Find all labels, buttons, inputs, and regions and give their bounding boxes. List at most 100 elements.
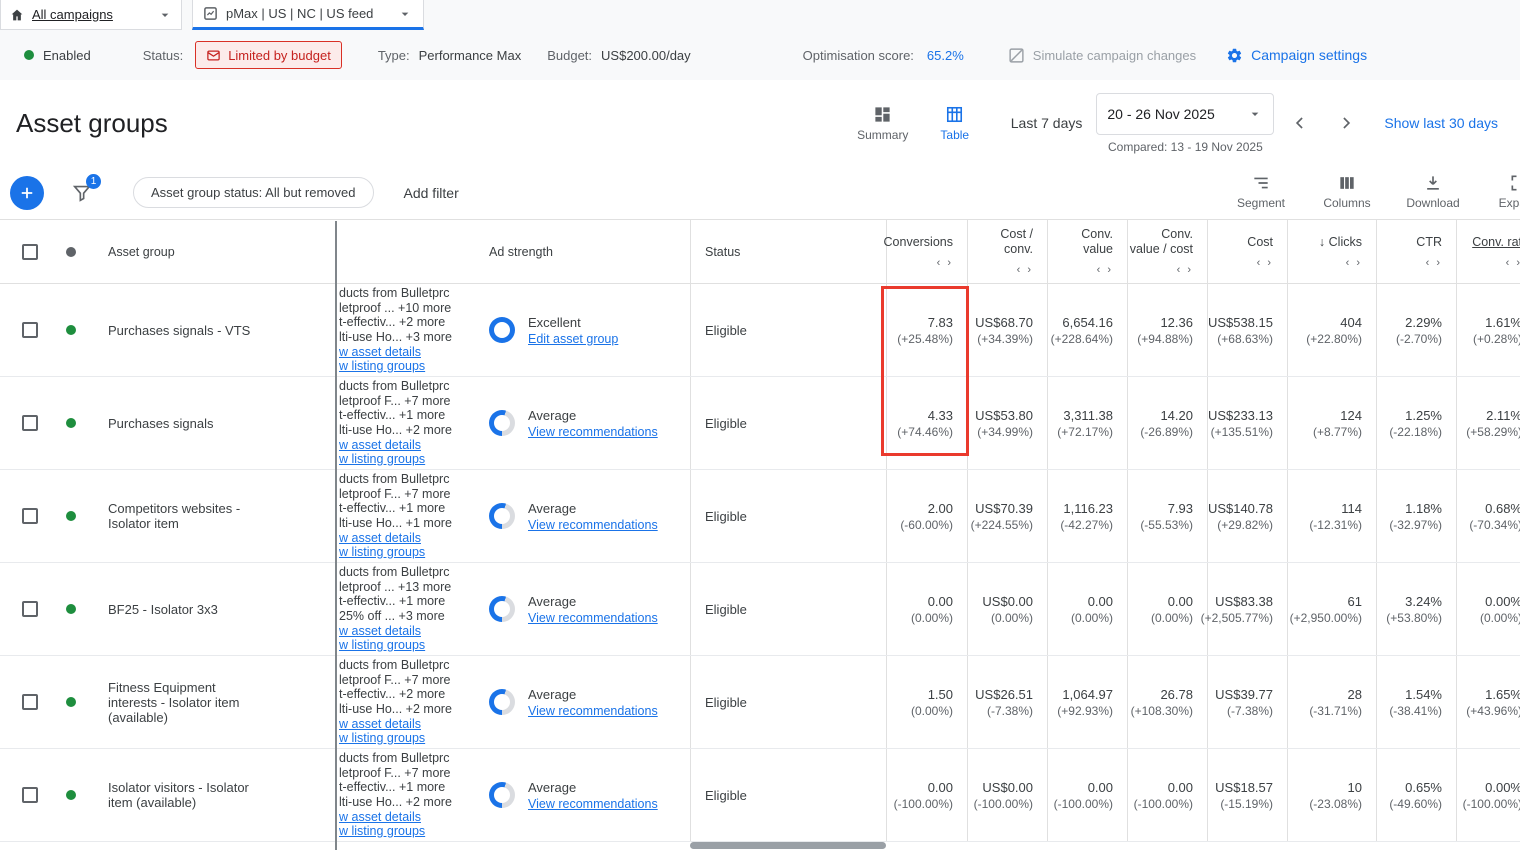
products-cell: ducts from Bulletprc letproof F... +7 mo… bbox=[335, 377, 473, 469]
simulate-changes-button: Simulate campaign changes bbox=[1008, 47, 1196, 64]
asset-group-name[interactable]: Purchases signals - VTS bbox=[108, 323, 250, 338]
optimisation-score[interactable]: Optimisation score: 65.2% bbox=[803, 48, 964, 63]
column-header-conv-rate[interactable]: Conv. rat ‹ › bbox=[1456, 220, 1520, 283]
campaign-budget[interactable]: Budget: US$200.00/day bbox=[547, 48, 690, 63]
view-listing-groups-link[interactable]: w listing groups bbox=[339, 545, 425, 560]
column-header-status[interactable]: Status bbox=[690, 220, 886, 283]
all-campaigns-label[interactable]: All campaigns bbox=[32, 7, 113, 22]
limited-by-budget-badge[interactable]: Limited by budget bbox=[195, 41, 342, 69]
column-header-conversions[interactable]: Conversions ‹ › bbox=[886, 220, 967, 283]
view-listing-groups-link[interactable]: w listing groups bbox=[339, 359, 425, 374]
next-period-button[interactable] bbox=[1326, 103, 1366, 143]
previous-period-button[interactable] bbox=[1280, 103, 1320, 143]
column-header-ctr[interactable]: CTR ‹ › bbox=[1376, 220, 1456, 283]
expand-button[interactable]: Expand bbox=[1490, 173, 1520, 210]
compare-toggle-icon[interactable]: ‹ › bbox=[937, 257, 953, 269]
row-checkbox[interactable] bbox=[22, 787, 38, 803]
simulate-label: Simulate campaign changes bbox=[1033, 48, 1196, 63]
product-line: lti-use Ho... +1 more bbox=[339, 516, 452, 531]
download-button[interactable]: Download bbox=[1404, 173, 1462, 210]
compare-toggle-icon[interactable]: ‹ › bbox=[1426, 257, 1442, 269]
enabled-status-dot bbox=[66, 697, 76, 707]
clicks-cell: 28 (-31.71%) bbox=[1287, 656, 1376, 748]
ad-strength-action-link[interactable]: View recommendations bbox=[528, 518, 658, 532]
all-campaigns-selector[interactable]: All campaigns bbox=[0, 0, 182, 30]
metric-value: 1.65% bbox=[1485, 687, 1520, 702]
ad-strength-action-link[interactable]: Edit asset group bbox=[528, 332, 618, 346]
metric-value: 61 bbox=[1348, 594, 1362, 609]
asset-group-name[interactable]: Fitness Equipment interests - Isolator i… bbox=[108, 680, 263, 725]
ad-strength-action-link[interactable]: View recommendations bbox=[528, 425, 658, 439]
columns-icon bbox=[1337, 173, 1357, 193]
add-filter-button[interactable]: Add filter bbox=[404, 185, 459, 201]
column-header-asset-group[interactable]: Asset group bbox=[100, 220, 335, 283]
view-listing-groups-link[interactable]: w listing groups bbox=[339, 452, 425, 467]
compare-toggle-icon[interactable]: ‹ › bbox=[1177, 264, 1193, 276]
asset-group-name[interactable]: BF25 - Isolator 3x3 bbox=[108, 602, 218, 617]
ad-strength-label: Average bbox=[528, 780, 658, 795]
ad-strength-action-link[interactable]: View recommendations bbox=[528, 797, 658, 811]
view-asset-details-link[interactable]: w asset details bbox=[339, 531, 421, 546]
view-asset-details-link[interactable]: w asset details bbox=[339, 717, 421, 732]
chevron-down-icon[interactable] bbox=[157, 7, 173, 23]
date-range-dropdown[interactable]: 20 - 26 Nov 2025 bbox=[1096, 93, 1274, 135]
metric-value: 0.00 bbox=[1168, 594, 1193, 609]
show-last-30-days-link[interactable]: Show last 30 days bbox=[1384, 115, 1498, 131]
asset-group-name[interactable]: Purchases signals bbox=[108, 416, 214, 431]
view-asset-details-link[interactable]: w asset details bbox=[339, 345, 421, 360]
column-header-conv-value[interactable]: Conv. value ‹ › bbox=[1047, 220, 1127, 283]
chevron-down-icon[interactable] bbox=[397, 6, 413, 22]
add-asset-group-button[interactable] bbox=[10, 176, 44, 210]
filter-button[interactable]: 1 bbox=[71, 182, 93, 204]
row-checkbox[interactable] bbox=[22, 415, 38, 431]
asset-group-name[interactable]: Competitors websites - Isolator item bbox=[108, 501, 263, 531]
ad-strength-action-link[interactable]: View recommendations bbox=[528, 704, 658, 718]
column-header-cost-per-conv[interactable]: Cost / conv. ‹ › bbox=[967, 220, 1047, 283]
view-listing-groups-link[interactable]: w listing groups bbox=[339, 731, 425, 746]
column-header-cost[interactable]: Cost ‹ › bbox=[1207, 220, 1287, 283]
row-checkbox[interactable] bbox=[22, 322, 38, 338]
campaign-settings-label: Campaign settings bbox=[1251, 47, 1367, 63]
asset-group-name[interactable]: Isolator visitors - Isolator item (avail… bbox=[108, 780, 263, 810]
campaign-settings-button[interactable]: Campaign settings bbox=[1226, 47, 1367, 64]
metric-value: 1.25% bbox=[1405, 408, 1442, 423]
column-header-clicks[interactable]: ↓ Clicks ‹ › bbox=[1287, 220, 1376, 283]
row-checkbox[interactable] bbox=[22, 601, 38, 617]
metric-delta: (0.00%) bbox=[911, 704, 953, 718]
enabled-status-dot bbox=[66, 325, 76, 335]
product-line: letproof F... +7 more bbox=[339, 394, 451, 409]
table-row: Purchases signals ducts from Bulletprc l… bbox=[0, 377, 1520, 470]
select-all-checkbox[interactable] bbox=[22, 244, 38, 260]
product-line: t-effectiv... +1 more bbox=[339, 501, 445, 516]
view-asset-details-link[interactable]: w asset details bbox=[339, 624, 421, 639]
metric-delta: (-31.71%) bbox=[1309, 704, 1362, 718]
compare-toggle-icon[interactable]: ‹ › bbox=[1346, 257, 1362, 269]
compare-toggle-icon[interactable]: ‹ › bbox=[1257, 257, 1273, 269]
view-asset-details-link[interactable]: w asset details bbox=[339, 438, 421, 453]
view-asset-details-link[interactable]: w asset details bbox=[339, 810, 421, 825]
product-line: t-effectiv... +1 more bbox=[339, 780, 445, 795]
view-listing-groups-link[interactable]: w listing groups bbox=[339, 638, 425, 653]
horizontal-scrollbar[interactable] bbox=[690, 842, 886, 849]
column-header-ad-strength[interactable]: Ad strength bbox=[473, 220, 690, 283]
status-cell: Eligible bbox=[690, 656, 886, 748]
segment-button[interactable]: Segment bbox=[1232, 173, 1290, 210]
column-resize-line[interactable] bbox=[335, 221, 337, 850]
metric-delta: (-100.00%) bbox=[1054, 797, 1113, 811]
compare-toggle-icon[interactable]: ‹ › bbox=[1506, 257, 1520, 269]
row-checkbox[interactable] bbox=[22, 508, 38, 524]
view-toggle-summary[interactable]: Summary bbox=[847, 105, 919, 142]
enabled-indicator[interactable]: Enabled bbox=[24, 48, 91, 63]
columns-button[interactable]: Columns bbox=[1318, 173, 1376, 210]
metric-delta: (-32.97%) bbox=[1389, 518, 1442, 532]
column-header-conv-value-per-cost[interactable]: Conv. value / cost ‹ › bbox=[1127, 220, 1207, 283]
compare-toggle-icon[interactable]: ‹ › bbox=[1097, 264, 1113, 276]
metric-delta: (-49.60%) bbox=[1389, 797, 1442, 811]
view-toggle-table[interactable]: Table bbox=[919, 105, 991, 142]
filter-chip-asset-group-status[interactable]: Asset group status: All but removed bbox=[133, 177, 374, 208]
row-checkbox[interactable] bbox=[22, 694, 38, 710]
compare-toggle-icon[interactable]: ‹ › bbox=[1017, 264, 1033, 276]
campaign-tab[interactable]: pMax | US | NC | US feed bbox=[192, 0, 424, 30]
view-listing-groups-link[interactable]: w listing groups bbox=[339, 824, 425, 839]
ad-strength-action-link[interactable]: View recommendations bbox=[528, 611, 658, 625]
